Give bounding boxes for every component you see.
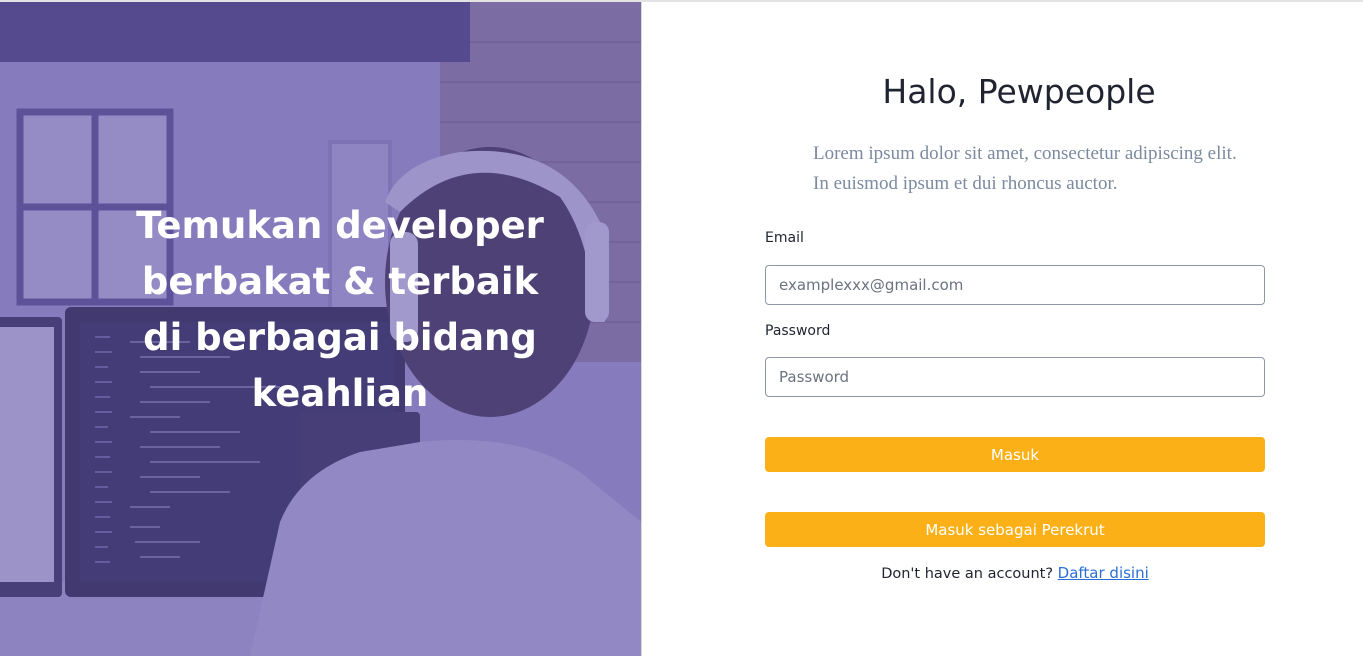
page-title: Halo, Pewpeople bbox=[882, 72, 1156, 111]
email-input[interactable] bbox=[765, 265, 1265, 305]
intro-text: Lorem ipsum dolor sit amet, consectetur … bbox=[813, 143, 1237, 194]
signup-prompt: Don't have an account? bbox=[881, 566, 1054, 582]
hero-headline: Temukan developer berbakat & terbaik di … bbox=[136, 204, 544, 415]
hero-panel: Temukan developer berbakat & terbaik di … bbox=[0, 2, 641, 656]
signup-link[interactable]: Daftar disini bbox=[1058, 564, 1149, 582]
panel-divider bbox=[641, 2, 642, 656]
password-label: Password bbox=[765, 323, 831, 339]
email-label: Email bbox=[765, 230, 804, 246]
recruiter-login-button[interactable]: Masuk sebagai Perekrut bbox=[765, 512, 1265, 547]
login-button[interactable]: Masuk bbox=[765, 437, 1265, 472]
signup-prompt-row: Don't have an account? Daftar disini bbox=[765, 564, 1265, 582]
password-input[interactable] bbox=[765, 357, 1265, 397]
